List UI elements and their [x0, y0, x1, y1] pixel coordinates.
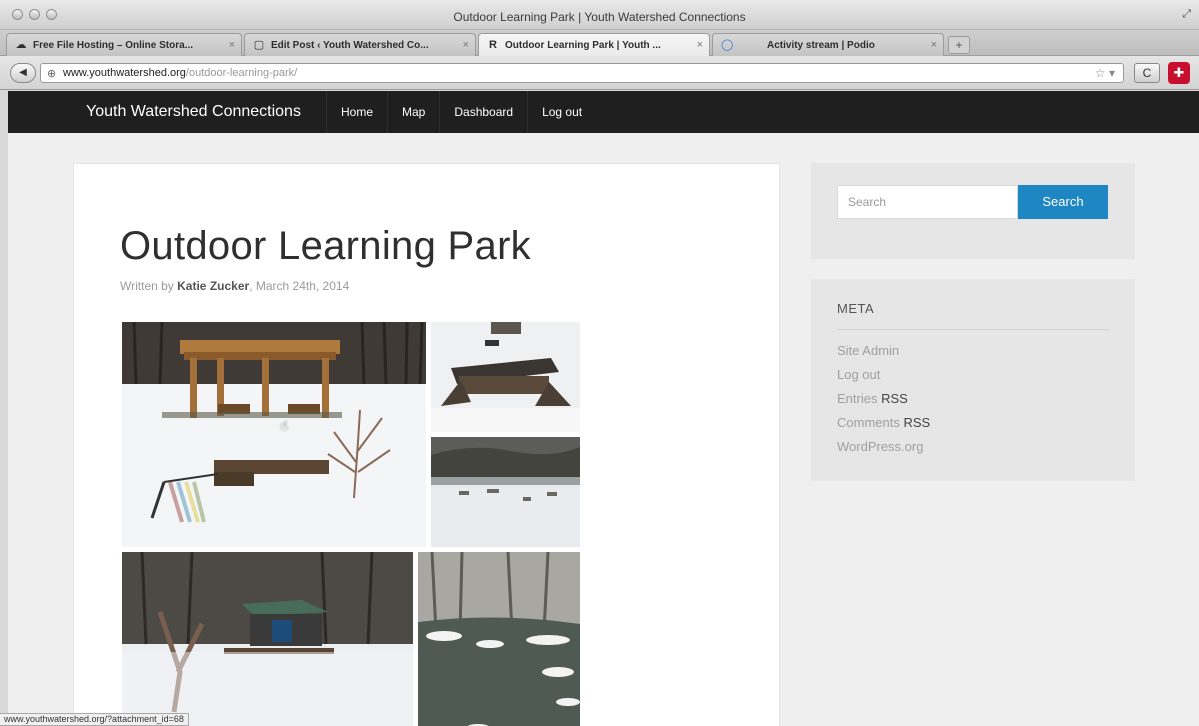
nav-home[interactable]: Home: [326, 91, 387, 133]
post-author[interactable]: Katie Zucker: [177, 279, 249, 293]
reload-button[interactable]: C: [1134, 63, 1160, 83]
gallery-photo-creek[interactable]: [418, 552, 580, 726]
post-date: March 24th, 2014: [255, 279, 350, 293]
page-icon: ▢: [253, 39, 265, 51]
meta-links: Site Admin Log out Entries RSS Comments …: [837, 342, 930, 462]
rss-label: RSS: [903, 415, 931, 430]
tab-edit-post[interactable]: ▢ Edit Post ‹ Youth Watershed Co... ×: [244, 33, 476, 56]
address-bar[interactable]: ⊕ www.youthwatershed.org/outdoor-learnin…: [40, 63, 1124, 83]
site-nav: Home Map Dashboard Log out: [326, 91, 596, 133]
meta-link-wordpress-org[interactable]: WordPress.org: [837, 438, 930, 462]
meta-link-label: WordPress.org: [837, 439, 924, 454]
meta-widget: META Site Admin Log out Entries RSS Comm…: [811, 279, 1135, 481]
url-domain: www.youthwatershed.org: [63, 67, 186, 79]
search-widget: Search Search: [811, 163, 1135, 259]
back-button[interactable]: ◀: [10, 63, 36, 83]
tab-podio[interactable]: ◯ Activity stream | Podio ×: [712, 33, 944, 56]
addon-icon[interactable]: ✚: [1168, 62, 1190, 84]
close-tab-icon[interactable]: ×: [931, 39, 937, 51]
page-content: Outdoor Learning Park Written by Katie Z…: [8, 133, 1199, 726]
meta-link-comments-rss[interactable]: Comments RSS: [837, 414, 930, 438]
window-titlebar: Outdoor Learning Park | Youth Watershed …: [0, 0, 1199, 30]
meta-divider: [837, 329, 1109, 330]
tab-outdoor-learning-park[interactable]: R Outdoor Learning Park | Youth ... ×: [478, 33, 710, 57]
close-tab-icon[interactable]: ×: [697, 39, 703, 51]
meta-link-label: Entries: [837, 391, 878, 406]
meta-link-label: Site Admin: [837, 343, 900, 358]
tab-free-file-hosting[interactable]: ☁ Free File Hosting – Online Stora... ×: [6, 33, 242, 56]
browser-window: Outdoor Learning Park | Youth Watershed …: [0, 0, 1199, 726]
gallery-photo-field[interactable]: [431, 437, 580, 547]
cloud-icon: ☁: [15, 39, 27, 51]
gallery-photo-shelter[interactable]: [431, 322, 580, 432]
new-tab-button[interactable]: +: [948, 36, 970, 54]
status-bar: www.youthwatershed.org/?attachment_id=68: [0, 713, 189, 726]
podio-icon: ◯: [721, 39, 734, 51]
search-input[interactable]: Search: [837, 185, 1018, 219]
byline-prefix: Written by: [120, 279, 174, 293]
tab-label: Edit Post ‹ Youth Watershed Co...: [271, 40, 429, 51]
tab-label: Free File Hosting – Online Stora...: [33, 40, 194, 51]
bookmark-star-icon[interactable]: ☆ ▾: [1095, 66, 1115, 80]
browser-toolbar: ◀ ⊕ www.youthwatershed.org/outdoor-learn…: [0, 56, 1199, 90]
meta-heading: META: [837, 301, 875, 316]
rss-label: RSS: [881, 391, 908, 406]
nav-dashboard[interactable]: Dashboard: [439, 91, 527, 133]
post-title: Outdoor Learning Park: [120, 224, 531, 268]
tab-label: Outdoor Learning Park | Youth ...: [505, 40, 661, 51]
gallery-photo-outdoor-classroom[interactable]: [122, 552, 413, 726]
post-byline: Written by Katie Zucker, March 24th, 201…: [120, 279, 350, 293]
meta-link-label: Log out: [837, 367, 881, 382]
globe-icon: ⊕: [47, 68, 57, 80]
site-header: Youth Watershed Connections Home Map Das…: [8, 91, 1199, 133]
tab-label: Activity stream | Podio: [767, 40, 875, 51]
gallery-photo-pavilion[interactable]: [122, 322, 426, 547]
meta-link-site-admin[interactable]: Site Admin: [837, 342, 930, 366]
mouse-pointer-icon: ☝: [280, 418, 288, 433]
site-logo-icon: R: [489, 39, 497, 51]
search-button[interactable]: Search: [1018, 185, 1108, 219]
url-text: www.youthwatershed.org/outdoor-learning-…: [63, 67, 297, 79]
fullscreen-icon[interactable]: ⤢: [1182, 8, 1191, 21]
tab-bar: ☁ Free File Hosting – Online Stora... × …: [0, 30, 1199, 57]
meta-link-entries-rss[interactable]: Entries RSS: [837, 390, 930, 414]
meta-link-label: Comments: [837, 415, 900, 430]
close-tab-icon[interactable]: ×: [229, 39, 235, 51]
post-article: Outdoor Learning Park Written by Katie Z…: [73, 163, 780, 726]
nav-map[interactable]: Map: [387, 91, 439, 133]
close-tab-icon[interactable]: ×: [463, 39, 469, 51]
window-title: Outdoor Learning Park | Youth Watershed …: [453, 10, 746, 24]
site-title[interactable]: Youth Watershed Connections: [86, 103, 301, 121]
url-path: /outdoor-learning-park/: [185, 67, 298, 79]
meta-link-log-out[interactable]: Log out: [837, 366, 930, 390]
nav-log-out[interactable]: Log out: [527, 91, 596, 133]
